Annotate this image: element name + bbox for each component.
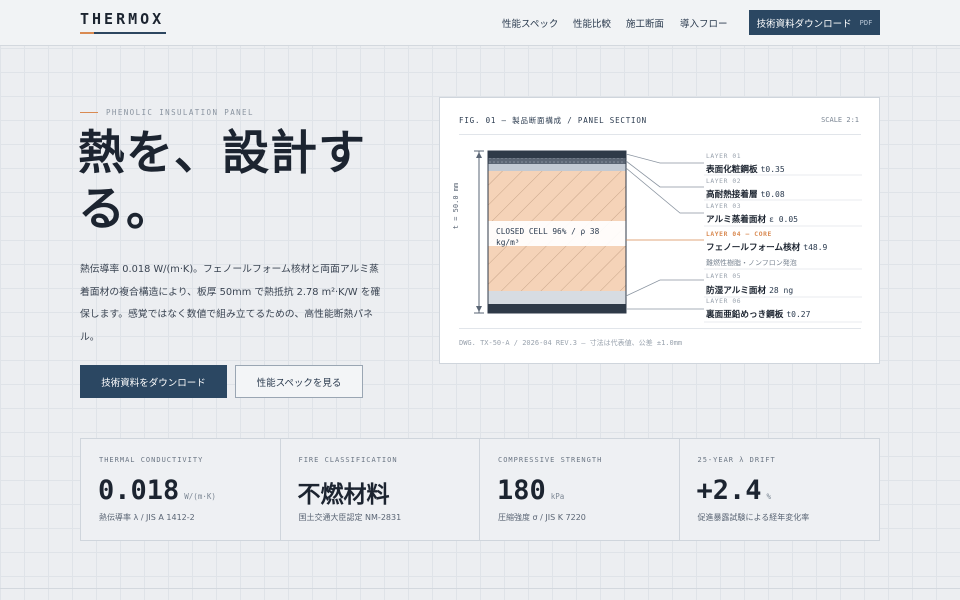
layer-02-name: 高耐熱接着層 t0.08 <box>706 190 785 200</box>
leader-line-05 <box>625 279 704 297</box>
stat-fire-classification: FIRE CLASSIFICATION 不燃材料 国土交通大臣認定 NM-283… <box>281 439 480 540</box>
layer-03-shape <box>488 164 626 171</box>
layer-01-tag: LAYER 01 <box>706 153 742 160</box>
layer-04-tag: LAYER 04 — CORE <box>706 231 772 238</box>
stats-panel: THERMAL CONDUCTIVITY 0.018 W/(m·K) 熱伝導率 … <box>80 438 880 541</box>
thickness-dimension-label: t = 50.0 mm <box>452 182 460 230</box>
dimension-arrow <box>476 306 482 312</box>
stat-note: 熱伝導率 λ / JIS A 1412-2 <box>99 513 195 522</box>
layer-06-name: 裏面亜鉛めっき鋼板 t0.27 <box>706 310 811 320</box>
stat-value-row: 0.018 W/(m·K) <box>98 475 216 506</box>
layer-05-shape <box>488 291 626 304</box>
leader-line-03 <box>625 167 704 214</box>
stat-value: 0.018 <box>98 475 180 506</box>
stat-compressive-strength: COMPRESSIVE STRENGTH 180 kPa 圧縮強度 σ / JI… <box>480 439 680 540</box>
layer-03-tag: LAYER 03 <box>706 203 742 210</box>
stat-value-row: 180 kPa <box>497 475 564 506</box>
layer-04-name: フェノールフォーム核材 t48.9 <box>706 243 828 253</box>
leader-line-02 <box>625 160 704 188</box>
layer-02-tag: LAYER 02 <box>706 178 742 185</box>
stat-note: 圧縮強度 σ / JIS K 7220 <box>498 513 586 522</box>
leader-line-01 <box>625 153 704 164</box>
layer-06-spec: t0.27 <box>786 310 811 319</box>
stat-lambda-drift: 25-YEAR λ DRIFT +2.4 % 促進暴露試験による経年変化率 <box>680 439 880 540</box>
dimension-arrow <box>476 152 482 158</box>
layer-03-name: アルミ蒸着面材 ε 0.05 <box>706 215 798 225</box>
stat-unit: kPa <box>550 492 565 501</box>
core-cell-label: CLOSED CELL 96% / ρ 38 kg/m³ <box>496 227 600 247</box>
layer-01-name: 表面化粧鋼板 t0.35 <box>706 165 785 175</box>
stat-value: +2.4 <box>696 475 762 506</box>
layer-05-tag: LAYER 05 <box>706 273 742 280</box>
layer-01-shape <box>488 151 626 158</box>
layer-04-spec: t48.9 <box>803 243 828 252</box>
layer-06-tag: LAYER 06 <box>706 298 742 305</box>
layer-05-name: 防湿アルミ面材 28 ng <box>706 286 794 296</box>
stat-label: FIRE CLASSIFICATION <box>298 456 398 464</box>
stat-value-row: 不燃材料 <box>298 475 390 509</box>
layer-01-spec: t0.35 <box>760 165 785 174</box>
stat-note: 国土交通大臣認定 NM-2831 <box>298 513 402 522</box>
footer-divider <box>0 588 960 589</box>
stat-thermal-conductivity: THERMAL CONDUCTIVITY 0.018 W/(m·K) 熱伝導率 … <box>81 439 281 540</box>
stat-label: THERMAL CONDUCTIVITY <box>99 456 204 464</box>
stat-unit: W/(m·K) <box>184 492 216 501</box>
layer-05-spec: 28 ng <box>769 286 794 295</box>
layer-04-sub: 難燃性樹脂・ノンフロン発泡 <box>706 259 797 267</box>
stat-value: 不燃材料 <box>297 482 390 508</box>
stat-value: 180 <box>497 475 546 506</box>
stat-value-row: +2.4 % <box>697 475 772 506</box>
stat-note: 促進暴露試験による経年変化率 <box>697 513 810 522</box>
layer-02-shape <box>488 158 626 164</box>
layer-03-spec: ε 0.05 <box>769 215 798 224</box>
stat-label: COMPRESSIVE STRENGTH <box>498 456 603 464</box>
layer-02-spec: t0.08 <box>760 190 785 199</box>
stat-label: 25-YEAR λ DRIFT <box>697 456 776 464</box>
stat-unit: % <box>766 492 772 501</box>
layer-06-shape <box>488 304 626 313</box>
